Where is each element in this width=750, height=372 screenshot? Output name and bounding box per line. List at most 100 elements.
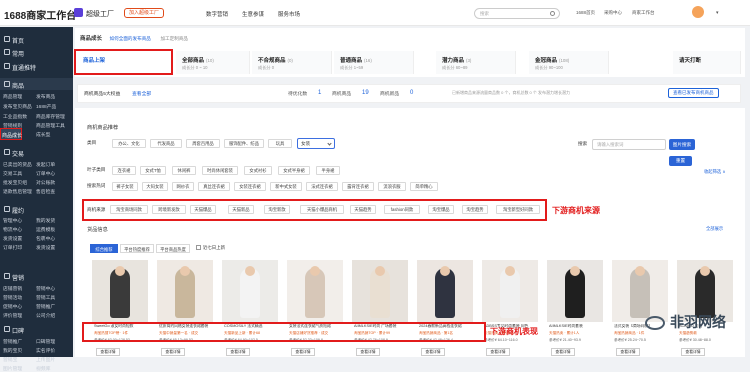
product-card[interactable]: 女装法式连衣裙气质短裙 天猫店铺好货推荐 · 成交 参考价¥ 52.33~109.8… <box>287 260 343 357</box>
sidebar-item[interactable]: 公司介绍 <box>36 312 55 319</box>
source-chip[interactable]: 天猫趋势 <box>350 205 376 214</box>
app-name[interactable]: 超级工厂 <box>86 9 114 19</box>
hot-word-chip[interactable]: 大码女装 <box>142 182 168 191</box>
sidebar-item[interactable]: 商品管理 <box>3 93 22 100</box>
source-chip[interactable]: 淘宝新型好同款 <box>496 205 540 214</box>
sub-chip[interactable]: 连衣裙 <box>112 166 136 175</box>
source-chip[interactable]: 跨境新发款 <box>152 205 186 214</box>
sidebar-item[interactable]: 物流中心 <box>3 226 22 233</box>
product-card[interactable]: 法式女装【商场同款】 淘宝热销商品 · 1件 参考价¥ 25.24~70.5 查看详情 <box>612 260 668 357</box>
howto-link[interactable]: 如何全面的发布商品 <box>110 36 151 41</box>
product-detail-button[interactable]: 查看详情 <box>551 348 575 356</box>
tab-product-heat[interactable]: 平台商品热度 <box>156 244 190 253</box>
sidebar-item[interactable]: 发布商品 <box>36 93 55 100</box>
link-purchase-center[interactable]: 采购中心 <box>604 10 622 16</box>
industry-chip[interactable]: 玩具 <box>268 139 292 148</box>
sidebar-item[interactable]: 我的发货 <box>36 217 55 224</box>
sub-chip[interactable]: 女式T恤 <box>140 166 166 175</box>
sidebar-group-fulfillment[interactable]: 履约 <box>0 203 73 215</box>
sidebar-group-home[interactable]: 首页 <box>0 33 73 45</box>
product-detail-button[interactable]: 查看详情 <box>616 348 640 356</box>
product-detail-button[interactable]: 查看详情 <box>226 348 250 356</box>
search-input[interactable]: 搜索 <box>474 8 560 19</box>
chevron-down-icon[interactable]: ▾ <box>716 10 719 16</box>
category-select[interactable]: 女装 <box>297 138 335 149</box>
sidebar-item[interactable]: 售后检查 <box>36 188 55 195</box>
sidebar-item[interactable]: 商品管理工具 <box>36 122 65 129</box>
product-detail-button[interactable]: 查看详情 <box>681 348 705 356</box>
hot-word-chip[interactable]: 网纱衣 <box>172 182 194 191</box>
product-image[interactable] <box>92 260 148 322</box>
sidebar-item[interactable]: 营销推广 <box>3 338 22 345</box>
sub-chip[interactable]: 女式半身裙 <box>278 166 310 175</box>
industry-chip[interactable]: 办公、文化 <box>112 139 146 148</box>
stage-tab-potential[interactable]: 潜力商品 (3) 成长分 60~89 <box>436 51 516 74</box>
sidebar-item[interactable]: 订单打印 <box>3 244 22 251</box>
rights-view-all-link[interactable]: 查看全部 <box>132 90 151 97</box>
new-arrival-checkbox[interactable] <box>196 245 201 250</box>
source-chip[interactable]: 天猫小爆品商机 <box>300 205 344 214</box>
stage-tab-gold[interactable]: 金冠商品 (108) 成长分 90~100 <box>529 51 609 74</box>
industry-chip[interactable]: 代发商品 <box>150 139 182 148</box>
product-detail-button[interactable]: 查看详情 <box>96 348 120 356</box>
product-image[interactable] <box>222 260 278 322</box>
sidebar-item[interactable]: 营销工具 <box>36 294 55 301</box>
stage-tab-extra[interactable]: 请天打断 <box>673 51 741 74</box>
keyword-input[interactable]: 请输入搜索词 <box>592 139 666 150</box>
product-detail-button[interactable]: 查看详情 <box>291 348 315 356</box>
show-all-link[interactable]: 全部展示 <box>706 226 723 232</box>
product-card[interactable]: AIIMLKSIE时尚 广场套装 淘宝热销TOP · 累计99 参考价¥ 42.76… <box>352 260 408 357</box>
tab-recommend[interactable]: 综合推荐 <box>90 244 118 253</box>
sidebar-item[interactable]: 发起订单 <box>36 161 55 168</box>
sidebar-item[interactable]: 管理中心 <box>3 217 22 224</box>
stage-tab-listing[interactable]: 商品上架 <box>77 51 173 74</box>
sidebar-group-marketing[interactable]: 营销 <box>0 270 73 282</box>
industry-chip[interactable]: 服饰配件、纺品 <box>224 139 264 148</box>
sidebar-group-reputation[interactable]: 口碑 <box>0 323 73 335</box>
product-card[interactable]: 2024春款新品高档连衣裙 淘宝热销商品 · 第1名 参考价¥ 42.48~126.… <box>417 260 473 357</box>
sidebar-item[interactable]: 发货设置 <box>3 235 22 242</box>
nav-service-market[interactable]: 服务市场 <box>278 10 300 18</box>
image-search-button[interactable]: 图片搜索 <box>669 139 695 150</box>
sub-link[interactable]: 加工定制商品 <box>160 36 188 41</box>
source-chip[interactable]: 淘宝商场同款 <box>110 205 148 214</box>
sub-chip[interactable]: 休闲裤 <box>172 166 196 175</box>
source-chip[interactable]: 天猫爆品 <box>190 205 216 214</box>
sub-chip[interactable]: 女式衬衫 <box>244 166 272 175</box>
nav-business-advisor[interactable]: 生意参谋 <box>242 10 264 18</box>
hot-word-chip[interactable]: 法式连衣裙 <box>306 182 338 191</box>
sub-chip[interactable]: 半身裙 <box>316 166 340 175</box>
product-image[interactable] <box>157 260 213 322</box>
stage-tab-noncompliant[interactable]: 不合规商品 (0) 成长分 0 <box>252 51 332 74</box>
product-image[interactable] <box>547 260 603 322</box>
sidebar-item[interactable]: 发布宝贝商品 <box>3 103 32 110</box>
sidebar-item[interactable]: 工业品指数 <box>3 113 27 120</box>
sidebar-item[interactable]: 视频库 <box>36 365 50 372</box>
hot-word-chip[interactable]: 裤子女装 <box>112 182 138 191</box>
sidebar-item[interactable]: 上传图片 <box>36 356 55 363</box>
link-1688-home[interactable]: 1688首页 <box>576 10 595 16</box>
sidebar-item[interactable]: 商品库存管理 <box>36 113 65 120</box>
sidebar-item[interactable]: 评价管理 <box>3 312 22 319</box>
sidebar-item[interactable]: 批发宝贝组 <box>3 179 27 186</box>
view-published-button[interactable]: 查看已发布商机商品 <box>668 88 719 98</box>
product-detail-button[interactable]: 查看详情 <box>486 348 510 356</box>
sidebar-group-direct[interactable]: 直通推特 <box>0 60 73 72</box>
product-detail-button[interactable]: 查看详情 <box>356 348 380 356</box>
sidebar-group-goods[interactable]: 商品 <box>0 78 73 90</box>
sidebar-group-trade[interactable]: 交易 <box>0 146 73 158</box>
product-image[interactable] <box>417 260 473 322</box>
sidebar-item[interactable]: 运费模板 <box>36 226 55 233</box>
hot-word-chip[interactable]: 露背连衣裙 <box>342 182 374 191</box>
reset-button[interactable]: 重置 <box>669 156 692 166</box>
tab-platform-heat[interactable]: 平台热度推荐 <box>120 244 154 253</box>
hot-word-chip[interactable]: 新中式女装 <box>270 182 302 191</box>
sidebar-item[interactable]: 实名评价 <box>36 347 55 354</box>
sidebar-item[interactable]: 店铺营销 <box>3 285 22 292</box>
sidebar-item[interactable]: 退款售后管理 <box>3 188 32 195</box>
sidebar-item[interactable]: 包裹中心 <box>36 235 55 242</box>
source-chip[interactable]: fashion同款 <box>384 205 420 214</box>
product-card[interactable]: SweetGo 淑女时尚短款 淘宝热搜TOP榜 · 1件 参考价¥ 63.00~12… <box>92 260 148 357</box>
sidebar-item[interactable]: 交易工具 <box>3 170 22 177</box>
product-image[interactable] <box>612 260 668 322</box>
